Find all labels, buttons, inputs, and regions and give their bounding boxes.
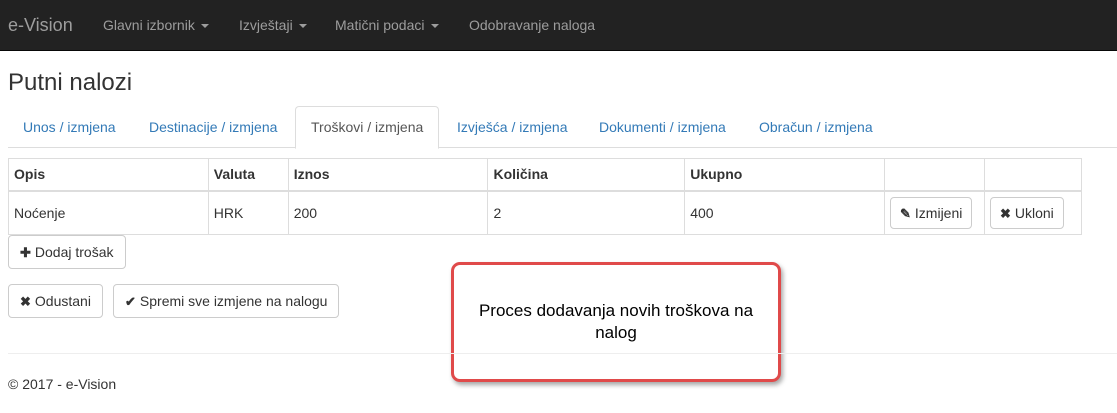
- cell-opis: Noćenje: [8, 190, 209, 235]
- header-remove: [983, 158, 1083, 192]
- page-title: Putni nalozi: [8, 69, 133, 96]
- cell-valuta: HRK: [207, 190, 289, 235]
- header-valuta: Valuta: [207, 158, 289, 192]
- footer-copyright: © 2017 - e-Vision: [8, 376, 117, 392]
- caret-down-icon: [298, 24, 307, 29]
- add-cost-button[interactable]: ✚ Dodaj trošak: [8, 235, 126, 269]
- add-cost-label: Dodaj trošak: [34, 244, 114, 260]
- edit-icon: ✎: [900, 205, 911, 221]
- cancel-label: Odustani: [34, 293, 91, 309]
- header-kolicina: Količina: [487, 158, 686, 192]
- header-edit: [884, 158, 985, 192]
- nav-glavni-izbornik[interactable]: Glavni izbornik: [103, 17, 209, 33]
- header-opis: Opis: [8, 158, 209, 192]
- edit-button[interactable]: ✎ Izmijeni: [890, 196, 973, 229]
- cell-edit: ✎ Izmijeni: [884, 190, 985, 235]
- tab-troskovi[interactable]: Troškovi / izmjena: [295, 106, 440, 149]
- tab-obracun[interactable]: Obračun / izmjena: [744, 106, 888, 148]
- header-iznos: Iznos: [287, 158, 489, 192]
- cell-kolicina: 2: [487, 190, 686, 235]
- nav-maticni-podaci[interactable]: Matični podaci: [335, 17, 439, 33]
- edit-button-label: Izmijeni: [914, 204, 963, 221]
- brand-logo[interactable]: e-Vision: [8, 15, 73, 36]
- top-navbar: e-Vision Glavni izbornik Izvještaji Mati…: [0, 0, 1117, 51]
- tab-izvjesca[interactable]: Izvješća / izmjena: [442, 106, 582, 148]
- plus-icon: ✚: [20, 245, 31, 260]
- close-icon: ✖: [20, 294, 31, 309]
- callout-text: Proces dodavanja novih troškova na nalog: [478, 301, 754, 342]
- cell-ukupno: 400: [684, 190, 885, 235]
- tab-destinacije[interactable]: Destinacije / izmjena: [134, 106, 292, 148]
- callout-annotation: Proces dodavanja novih troškova na nalog: [451, 262, 781, 382]
- footer-divider: [8, 353, 1117, 354]
- costs-table: Opis Valuta Iznos Količina Ukupno Noćenj…: [8, 158, 1083, 235]
- tab-bar: Unos / izmjena Destinacije / izmjena Tro…: [8, 106, 1117, 149]
- cancel-button[interactable]: ✖ Odustani: [8, 284, 103, 318]
- remove-button-label: Ukloni: [1014, 204, 1054, 221]
- cell-remove: ✖ Ukloni: [983, 190, 1083, 235]
- nav-izvjestaji[interactable]: Izvještaji: [239, 17, 307, 33]
- caret-down-icon: [430, 24, 439, 29]
- nav-label: Odobravanje naloga: [469, 17, 596, 33]
- nav-odobravanje-naloga[interactable]: Odobravanje naloga: [469, 17, 595, 33]
- close-icon: ✖: [999, 205, 1011, 221]
- tab-unos[interactable]: Unos / izmjena: [8, 106, 131, 148]
- table-header-row: Opis Valuta Iznos Količina Ukupno: [8, 158, 1083, 192]
- table-row: Noćenje HRK 200 2 400 ✎ Izmijeni ✖ Ukloni: [8, 190, 1083, 235]
- header-ukupno: Ukupno: [684, 158, 885, 192]
- caret-down-icon: [200, 24, 209, 29]
- nav-label: Glavni izbornik: [103, 17, 195, 33]
- tab-dokumenti[interactable]: Dokumenti / izmjena: [584, 106, 741, 148]
- nav-label: Matični podaci: [335, 17, 425, 33]
- save-all-label: Spremi sve izmjene na nalogu: [139, 293, 328, 309]
- nav-label: Izvještaji: [239, 17, 293, 33]
- check-icon: ✔: [125, 294, 136, 309]
- remove-button[interactable]: ✖ Ukloni: [989, 196, 1064, 229]
- cell-iznos: 200: [287, 190, 489, 235]
- save-all-button[interactable]: ✔ Spremi sve izmjene na nalogu: [113, 284, 340, 318]
